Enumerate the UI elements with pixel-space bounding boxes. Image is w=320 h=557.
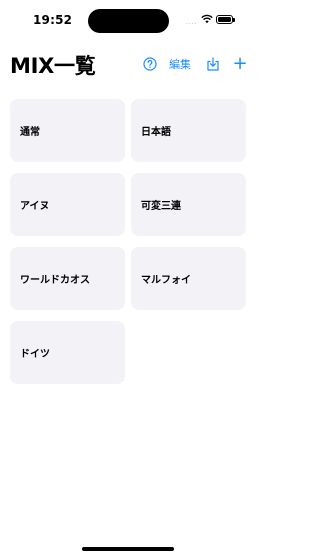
mix-tile[interactable]: 日本語	[131, 99, 246, 162]
mix-tile[interactable]: ドイツ	[10, 321, 125, 384]
battery-icon	[216, 15, 233, 24]
home-indicator[interactable]	[82, 547, 174, 551]
status-bar: 19:52 ....	[0, 0, 256, 40]
mix-tile[interactable]: 可変三連	[131, 173, 246, 236]
battery-cap	[233, 18, 235, 22]
mix-tile[interactable]: 通常	[10, 99, 125, 162]
import-button[interactable]	[205, 55, 221, 73]
help-button[interactable]	[142, 56, 158, 72]
dynamic-island	[88, 9, 169, 33]
question-circle-icon	[143, 57, 157, 71]
mix-tile[interactable]: アイヌ	[10, 173, 125, 236]
mix-tile[interactable]: マルフォイ	[131, 247, 246, 310]
add-button[interactable]: +	[232, 53, 248, 74]
page-title: MIX一覧	[10, 54, 96, 78]
download-tray-icon	[207, 57, 219, 71]
edit-button[interactable]: 編集	[169, 55, 191, 73]
wifi-icon	[201, 14, 213, 24]
mix-tile[interactable]: ワールドカオス	[10, 247, 125, 310]
cell-signal-icon: ....	[186, 19, 198, 26]
status-time: 19:52	[33, 13, 73, 27]
